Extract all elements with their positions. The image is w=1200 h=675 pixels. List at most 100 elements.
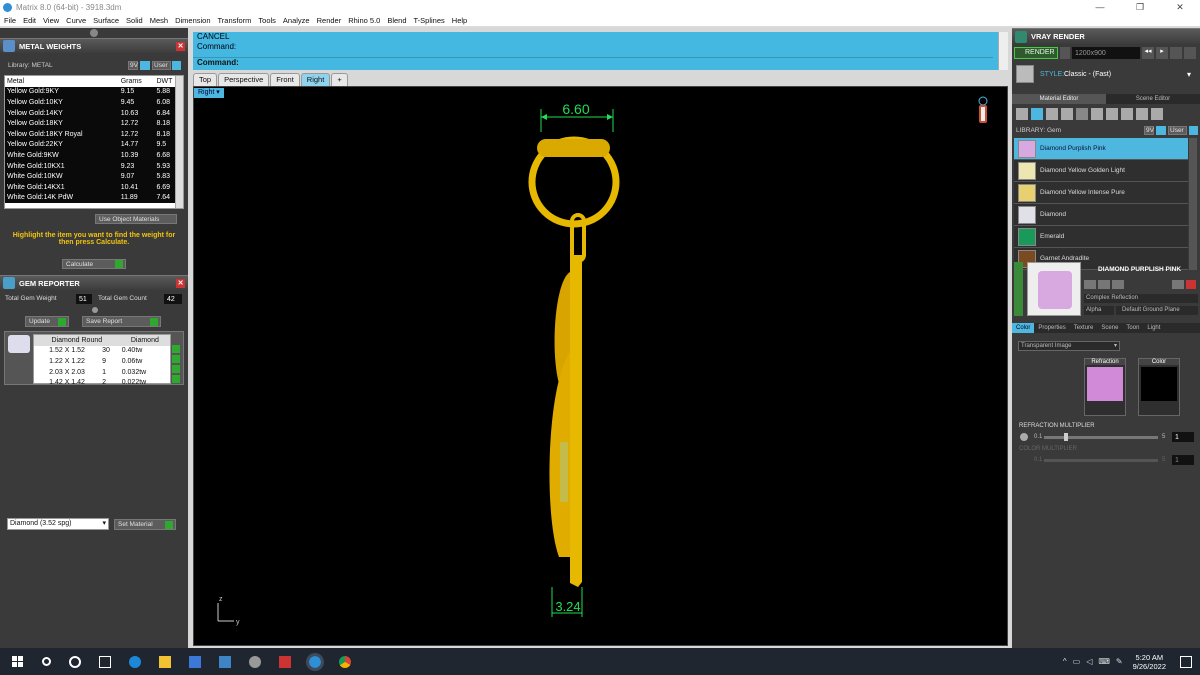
save-report-button[interactable]: Save Report (82, 316, 161, 327)
metal-table-scrollbar[interactable] (175, 76, 183, 208)
table-row[interactable]: Yellow Gold:9KY 9.15 5.88 (5, 86, 183, 98)
color-multiplier-value[interactable]: 1 (1172, 455, 1194, 465)
chevron-down-icon[interactable]: ▾ (1187, 70, 1191, 79)
menu-analyze[interactable]: Analyze (283, 16, 310, 25)
gear-icon[interactable] (1020, 433, 1028, 441)
file-explorer-icon[interactable] (159, 655, 171, 668)
lib-9v-button[interactable]: 9V (1144, 126, 1154, 135)
texture-icon[interactable] (1076, 108, 1088, 120)
lib-toggle[interactable] (1156, 126, 1166, 135)
refraction-slot[interactable]: Refraction (1084, 358, 1126, 416)
menu-tools[interactable]: Tools (258, 16, 276, 25)
tab-material-editor[interactable]: Material Editor (1012, 94, 1106, 104)
close-button[interactable]: ✕ (1160, 0, 1200, 14)
row-select-button[interactable] (172, 345, 180, 353)
command-input[interactable]: Command: (193, 57, 993, 69)
tab-add[interactable]: + (331, 73, 348, 86)
lib-user-button[interactable]: User (1168, 126, 1187, 135)
tab-right[interactable]: Right (300, 73, 331, 86)
table-row[interactable]: White Gold:14K PdW 11.89 7.64 (5, 192, 183, 204)
lib-user-button[interactable]: User (152, 61, 171, 70)
cortana-icon[interactable] (69, 655, 81, 668)
notification-icon[interactable] (1180, 655, 1192, 668)
tab-front[interactable]: Front (270, 73, 300, 86)
tab-color[interactable]: Color (1012, 323, 1035, 333)
action-icon[interactable] (1098, 280, 1110, 289)
store-icon[interactable] (189, 655, 201, 668)
row-select-button[interactable] (172, 365, 180, 373)
minimize-button[interactable]: — (1080, 0, 1120, 14)
keyboard-icon[interactable]: ⌨ (1098, 657, 1110, 666)
menu-solid[interactable]: Solid (126, 16, 143, 25)
camera-icon[interactable] (1060, 47, 1070, 59)
color-slot[interactable]: Color (1138, 358, 1180, 416)
lib-toggle[interactable] (140, 61, 150, 70)
action-icon[interactable] (1112, 280, 1124, 289)
lib-9v-button[interactable]: 9V (128, 61, 138, 70)
tab-top[interactable]: Top (193, 73, 218, 86)
task-view-icon[interactable] (99, 655, 111, 668)
gem-icon[interactable] (1031, 108, 1043, 120)
tab-scene[interactable]: Scene (1097, 323, 1122, 333)
col-metal[interactable]: Metal (5, 76, 119, 87)
menu-view[interactable]: View (43, 16, 59, 25)
preview-toggle[interactable] (1014, 262, 1023, 316)
table-row[interactable]: 1.22 X 1.22 9 0.06tw (34, 356, 170, 367)
rewind-icon[interactable]: ◂◂ (1142, 47, 1154, 59)
tab-light[interactable]: Light (1143, 323, 1164, 333)
settings-icon[interactable] (1184, 47, 1196, 59)
clock[interactable]: 5:20 AM 9/26/2022 (1133, 653, 1166, 671)
ground-plane-toggle[interactable]: Default Ground Plane (1116, 306, 1198, 315)
tray-chevron-icon[interactable]: ^ (1063, 657, 1067, 666)
menu-tsplines[interactable]: T-Splines (414, 16, 445, 25)
close-icon[interactable]: ✕ (176, 278, 185, 288)
alpha-toggle[interactable]: Alpha (1084, 306, 1114, 315)
tab-toon[interactable]: Toon (1122, 323, 1143, 333)
transparent-image-select[interactable]: Transparent Image ▾ (1018, 341, 1120, 351)
tab-texture[interactable]: Texture (1070, 323, 1098, 333)
network-icon[interactable]: ▭ (1073, 657, 1081, 666)
collapse-icon[interactable] (90, 29, 98, 37)
menu-edit[interactable]: Edit (23, 16, 36, 25)
reflection-select[interactable]: Complex Reflection (1084, 294, 1198, 303)
table-row[interactable]: White Gold:14KX1 10.41 6.69 (5, 181, 183, 193)
volume-icon[interactable]: ◁ (1086, 657, 1092, 666)
close-icon[interactable]: ✕ (176, 41, 185, 51)
table-row[interactable]: 1.52 X 1.52 30 0.40tw (34, 346, 170, 357)
drop-icon[interactable] (1016, 108, 1028, 120)
resolution-field[interactable]: 1200x900 (1072, 47, 1140, 59)
row-select-button[interactable] (172, 355, 180, 363)
render-button[interactable]: RENDER (1014, 47, 1058, 59)
menu-mesh[interactable]: Mesh (150, 16, 168, 25)
material-list-scrollbar[interactable] (1189, 138, 1197, 270)
refraction-multiplier-value[interactable]: 1 (1172, 432, 1194, 442)
search-icon[interactable] (42, 657, 51, 666)
update-button[interactable]: Update (25, 316, 69, 327)
tab-perspective[interactable]: Perspective (218, 73, 270, 86)
app-red-icon[interactable] (279, 655, 291, 668)
action-icon[interactable] (1084, 280, 1096, 289)
lib-toggle-b[interactable] (1189, 126, 1198, 135)
maximize-button[interactable]: ❐ (1120, 0, 1160, 14)
calculate-button[interactable]: Calculate (62, 259, 126, 269)
menu-curve[interactable]: Curve (66, 16, 86, 25)
col-grams[interactable]: Grams (119, 76, 155, 87)
viewport-gizmo-icon[interactable] (978, 96, 988, 123)
pattern-icon[interactable] (1091, 108, 1103, 120)
table-row[interactable]: Yellow Gold:18KY Royal 12.72 8.18 (5, 128, 183, 140)
table-row[interactable]: Yellow Gold:22KY 14.77 9.5 (5, 139, 183, 151)
collapse-icon[interactable] (92, 307, 98, 313)
list-item[interactable]: Diamond Yellow Golden Light (1014, 160, 1188, 182)
table-row[interactable]: White Gold:10KW 9.07 5.83 (5, 171, 183, 182)
color-multiplier-slider[interactable] (1044, 459, 1158, 462)
save-icon[interactable] (1170, 47, 1182, 59)
row-select-button[interactable] (172, 375, 180, 383)
table-row[interactable]: Yellow Gold:10KY 9.45 6.08 (5, 97, 183, 108)
list-item[interactable]: Diamond Yellow Intense Pure (1014, 182, 1188, 204)
table-row[interactable]: 2.03 X 2.03 1 0.032tw (34, 367, 170, 378)
command-scrollbar[interactable] (998, 32, 1008, 70)
chrome-icon[interactable] (339, 655, 351, 668)
list-item[interactable]: Diamond Purplish Pink (1014, 138, 1188, 160)
table-row[interactable]: Yellow Gold:14KY 10.63 6.84 (5, 107, 183, 119)
mail-icon[interactable] (219, 655, 231, 668)
